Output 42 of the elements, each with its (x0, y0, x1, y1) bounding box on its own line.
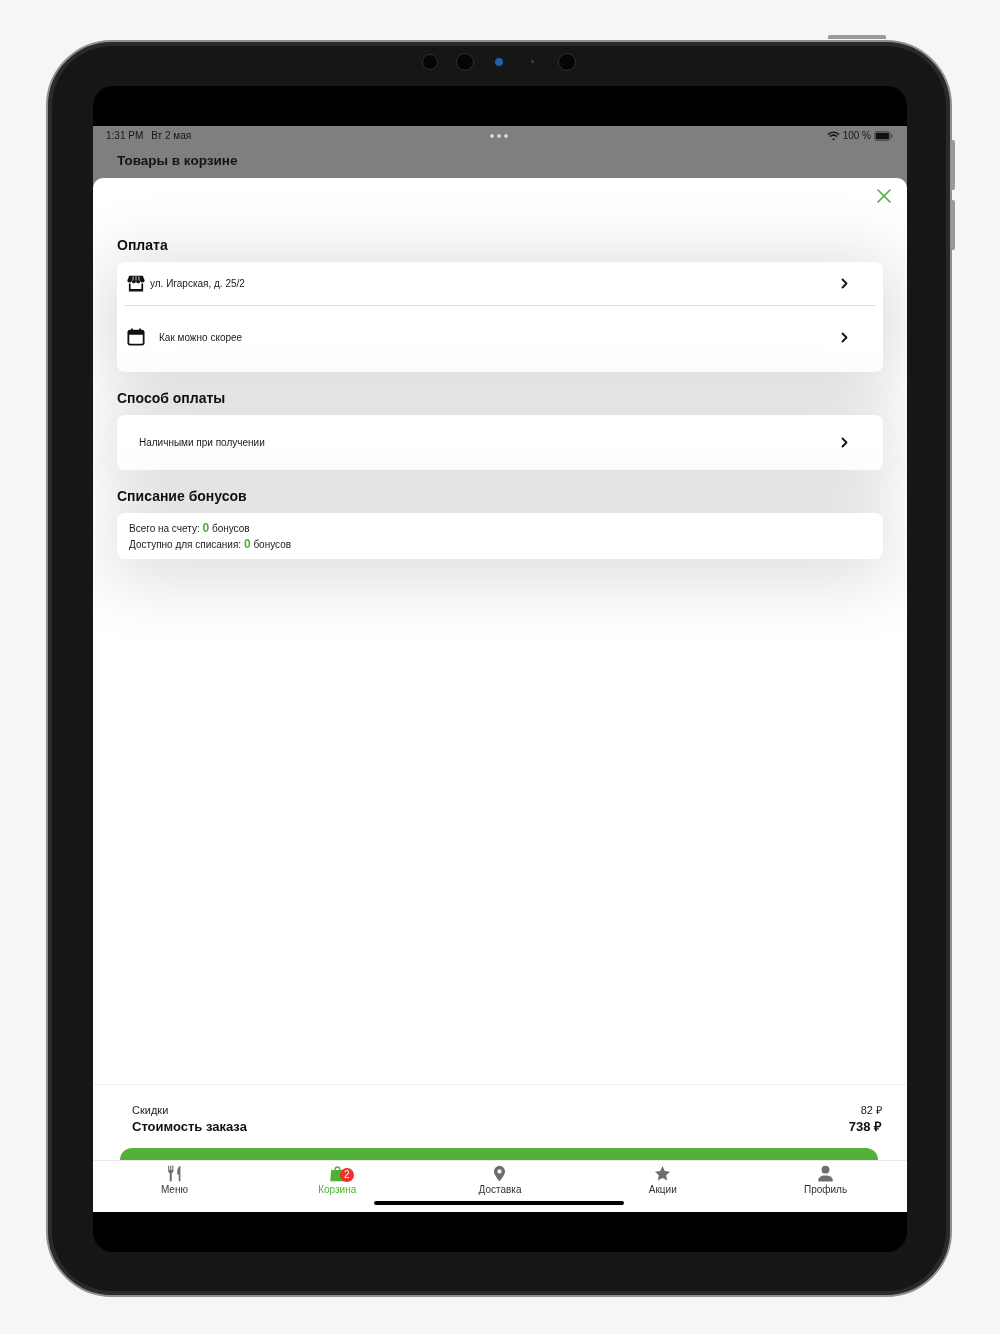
sensor-icon (531, 60, 534, 63)
multitasking-dots-icon (490, 133, 509, 138)
tab-item[interactable]: Акции (581, 1161, 745, 1212)
bonus-balance-text: Всего на счету: 0 бонусов (129, 520, 251, 536)
sensor-icon (422, 54, 438, 70)
summary-value: 738 ₽ (848, 1118, 882, 1136)
person-icon (817, 1165, 835, 1182)
top-button[interactable] (828, 35, 886, 39)
sensor-icon (558, 53, 576, 71)
payment-method-row[interactable]: Наличными при получении (117, 415, 883, 470)
chevron-right-icon (841, 331, 848, 343)
star-icon (654, 1165, 672, 1182)
side-button[interactable] (951, 200, 955, 250)
tab-item[interactable]: Профиль (744, 1161, 907, 1212)
tab-item[interactable]: Доставка (418, 1161, 582, 1212)
battery-icon (874, 130, 893, 141)
section-title: Списание бонусов (117, 487, 248, 506)
close-button[interactable] (877, 189, 891, 203)
status-date: Вт 2 мая (151, 129, 192, 143)
bonus-available-text: Доступно для списания: 0 бонусов (129, 536, 293, 552)
summary-value: 82 ₽ (860, 1103, 882, 1118)
summary-label: Скидки (132, 1103, 169, 1118)
chevron-right-icon (841, 278, 848, 289)
battery-percentage: 100 % (842, 129, 871, 143)
chevron-right-icon (841, 437, 848, 448)
section-title: Способ оплаты (117, 389, 227, 408)
status-time: 1:31 PM (106, 129, 144, 143)
section-title: Оплата (117, 236, 169, 255)
wifi-icon (826, 130, 840, 141)
close-icon (877, 189, 891, 203)
tab-item[interactable]: Меню (93, 1161, 256, 1212)
action-button[interactable] (120, 1148, 878, 1160)
page-title: Товары в корзине (117, 152, 238, 171)
sensor-icon (456, 53, 474, 71)
fork-knife-icon (165, 1165, 183, 1182)
storefront-icon (127, 275, 145, 292)
side-button[interactable] (951, 140, 955, 190)
calendar-icon (127, 328, 145, 346)
summary-label: Стоимость заказа (132, 1118, 247, 1136)
camera-icon (495, 58, 503, 66)
address-row[interactable]: ул. Игарская, д. 25/2 (117, 262, 883, 305)
delivery-time-row[interactable]: Как можно скорее (117, 306, 883, 372)
